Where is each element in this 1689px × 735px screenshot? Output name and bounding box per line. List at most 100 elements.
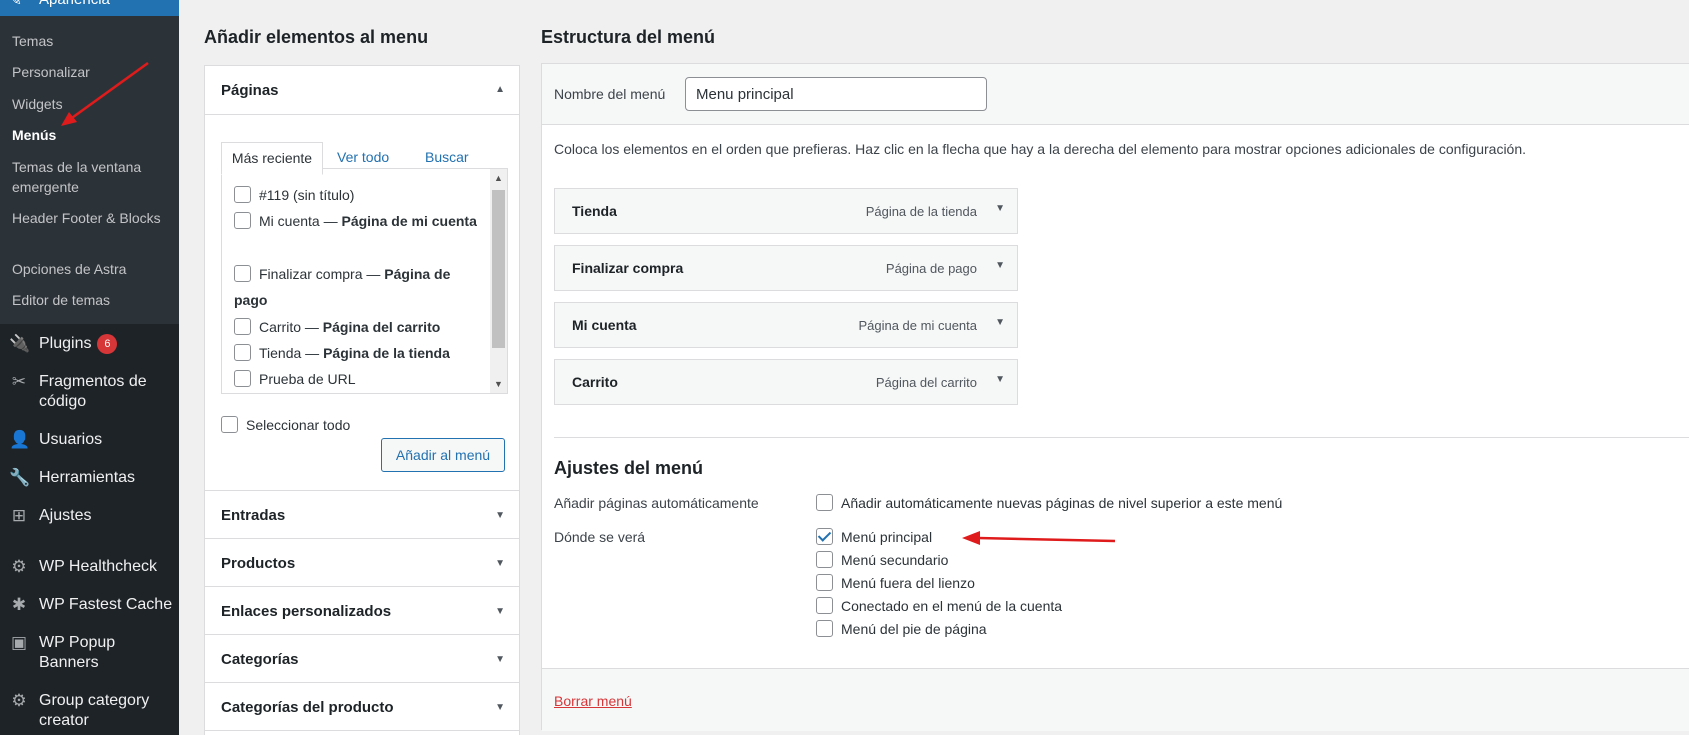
checklist-scrollbar[interactable]: ▲ ▼ <box>490 169 507 393</box>
page-checkbox-item[interactable]: Carrito — Página del carrito <box>234 314 484 340</box>
user-icon: 👤 <box>9 430 31 449</box>
gear-icon: ⚙ <box>11 557 27 576</box>
page-checkbox-item[interactable]: #119 (sin título) <box>234 182 484 208</box>
sidebar-item-plugins[interactable]: 🔌 Plugins 6 <box>0 334 179 354</box>
sidebar-item-label: WP Healthcheck <box>39 558 157 575</box>
expand-arrow-icon[interactable]: ▼ <box>995 203 1005 214</box>
divider <box>205 490 519 491</box>
expand-arrow-icon[interactable]: ▼ <box>995 317 1005 328</box>
submenu-item-menus[interactable]: Menús <box>12 125 172 145</box>
checkbox-checked[interactable] <box>816 528 833 545</box>
sidebar-item-usuarios[interactable]: 👤 Usuarios <box>0 430 179 450</box>
menu-settings-title: Ajustes del menú <box>554 458 704 478</box>
appearance-submenu: Temas Personalizar Widgets Menús Temas d… <box>0 16 179 324</box>
menu-name-header: Nombre del menú <box>542 64 1689 125</box>
checkbox[interactable] <box>816 551 833 568</box>
expand-arrow-icon[interactable]: ▼ <box>495 510 505 521</box>
expand-arrow-icon[interactable]: ▼ <box>495 606 505 617</box>
checkbox[interactable] <box>816 494 833 511</box>
page-checkbox-item[interactable]: Mi cuenta — Página de mi cuenta <box>234 208 484 234</box>
section-enlaces[interactable]: Enlaces personalizados <box>221 603 391 620</box>
tab-mas-reciente[interactable]: Más reciente <box>221 142 323 175</box>
page-checkbox-item[interactable]: Prueba de URL <box>234 366 484 392</box>
scrollbar-thumb[interactable] <box>492 190 505 348</box>
add-items-heading: Añadir elementos al menu <box>204 27 429 47</box>
section-categorias-producto[interactable]: Categorías del producto <box>221 699 394 716</box>
location-checkbox-principal[interactable]: Menú principal <box>816 526 932 548</box>
checkbox[interactable] <box>234 370 251 387</box>
sidebar-item-group-category[interactable]: ⚙ Group category creator <box>0 691 179 731</box>
divider <box>205 586 519 587</box>
add-items-accordion: Páginas ▲ Más reciente Ver todo Buscar #… <box>204 65 520 735</box>
checkbox[interactable] <box>234 318 251 335</box>
location-checkbox-cuenta[interactable]: Conectado en el menú de la cuenta <box>816 595 1062 617</box>
sidebar-item-apariencia[interactable]: ✎ Apariencia <box>0 0 179 16</box>
sidebar-item-fragmentos[interactable]: ✂ Fragmentos de código <box>0 372 179 412</box>
checkbox[interactable] <box>816 620 833 637</box>
checkbox[interactable] <box>816 597 833 614</box>
submenu-item-temas[interactable]: Temas <box>12 31 172 51</box>
sidebar-item-popup-banners[interactable]: ▣ WP Popup Banners <box>0 633 179 673</box>
checkbox[interactable] <box>816 574 833 591</box>
checkbox[interactable] <box>234 212 251 229</box>
section-categorias[interactable]: Categorías <box>221 651 299 668</box>
sidebar-item-fastest-cache[interactable]: ✱ WP Fastest Cache <box>0 595 179 615</box>
menu-item-mi-cuenta[interactable]: Mi cuenta Página de mi cuenta ▼ <box>554 302 1018 348</box>
divider <box>205 634 519 635</box>
add-to-menu-button[interactable]: Añadir al menú <box>381 438 505 472</box>
divider <box>205 682 519 683</box>
expand-arrow-icon[interactable]: ▼ <box>995 374 1005 385</box>
page-checkbox-item[interactable]: Finalizar compra — Página de pago <box>234 261 484 313</box>
sidebar-item-label: Herramientas <box>39 469 136 486</box>
delete-menu-link[interactable]: Borrar menú <box>554 693 632 709</box>
menu-item-tienda[interactable]: Tienda Página de la tienda ▼ <box>554 188 1018 234</box>
expand-arrow-icon[interactable]: ▼ <box>495 654 505 665</box>
sidebar-item-healthcheck[interactable]: ⚙ WP Healthcheck <box>0 557 179 577</box>
select-all-checkbox[interactable]: Seleccionar todo <box>221 412 471 438</box>
menu-footer: Borrar menú <box>542 668 1689 731</box>
submenu-item-personalizar[interactable]: Personalizar <box>12 62 172 82</box>
collapse-arrow-icon[interactable]: ▲ <box>495 84 505 95</box>
checkbox[interactable] <box>221 416 238 433</box>
sidebar-item-label: Fragmentos de código <box>39 373 147 410</box>
scroll-down-icon[interactable]: ▼ <box>494 379 503 389</box>
scissors-icon: ✂ <box>11 372 27 391</box>
admin-sidebar: ✎ Apariencia Temas Personalizar Widgets … <box>0 0 179 735</box>
submenu-item-header-footer[interactable]: Header Footer & Blocks <box>12 208 172 228</box>
menu-item-finalizar-compra[interactable]: Finalizar compra Página de pago ▼ <box>554 245 1018 291</box>
divider <box>205 730 519 731</box>
page-checkbox-item[interactable]: Tienda — Página de la tienda <box>234 340 484 366</box>
pages-checklist: #119 (sin título) Mi cuenta — Página de … <box>221 168 508 394</box>
expand-arrow-icon[interactable]: ▼ <box>495 702 505 713</box>
checkbox[interactable] <box>234 186 251 203</box>
pages-section-title[interactable]: Páginas <box>221 82 279 99</box>
sidebar-item-label: Ajustes <box>39 507 92 524</box>
sidebar-item-label: Plugins <box>39 335 92 352</box>
location-checkbox-fuera-lienzo[interactable]: Menú fuera del lienzo <box>816 572 975 594</box>
menu-name-label: Nombre del menú <box>554 86 666 102</box>
menu-item-carrito[interactable]: Carrito Página del carrito ▼ <box>554 359 1018 405</box>
location-checkbox-pie[interactable]: Menú del pie de página <box>816 618 987 640</box>
sidebar-item-label: Apariencia <box>39 0 110 8</box>
location-checkbox-secundario[interactable]: Menú secundario <box>816 549 948 571</box>
expand-arrow-icon[interactable]: ▼ <box>495 558 505 569</box>
section-productos[interactable]: Productos <box>221 555 295 572</box>
checkbox[interactable] <box>234 265 251 282</box>
sidebar-item-herramientas[interactable]: 🔧 Herramientas <box>0 468 179 488</box>
divider <box>205 538 519 539</box>
submenu-item-opciones-astra[interactable]: Opciones de Astra <box>12 259 172 279</box>
section-entradas[interactable]: Entradas <box>221 507 285 524</box>
menu-structure-panel: Nombre del menú Coloca los elementos en … <box>541 63 1689 731</box>
menu-name-input[interactable] <box>685 77 987 111</box>
sidebar-item-ajustes[interactable]: ⊞ Ajustes <box>0 506 179 526</box>
submenu-item-widgets[interactable]: Widgets <box>12 94 172 114</box>
checkbox[interactable] <box>234 344 251 361</box>
auto-add-checkbox[interactable]: Añadir automáticamente nuevas páginas de… <box>816 492 1282 514</box>
submenu-item-editor-temas[interactable]: Editor de temas <box>12 290 172 310</box>
sidebar-item-label: Usuarios <box>39 431 103 448</box>
expand-arrow-icon[interactable]: ▼ <box>995 260 1005 271</box>
location-label: Dónde se verá <box>554 529 646 545</box>
submenu-item-temas-ventana[interactable]: Temas de la ventana emergente <box>12 157 172 197</box>
scroll-up-icon[interactable]: ▲ <box>494 173 503 183</box>
wrench-icon: 🔧 <box>9 468 31 487</box>
